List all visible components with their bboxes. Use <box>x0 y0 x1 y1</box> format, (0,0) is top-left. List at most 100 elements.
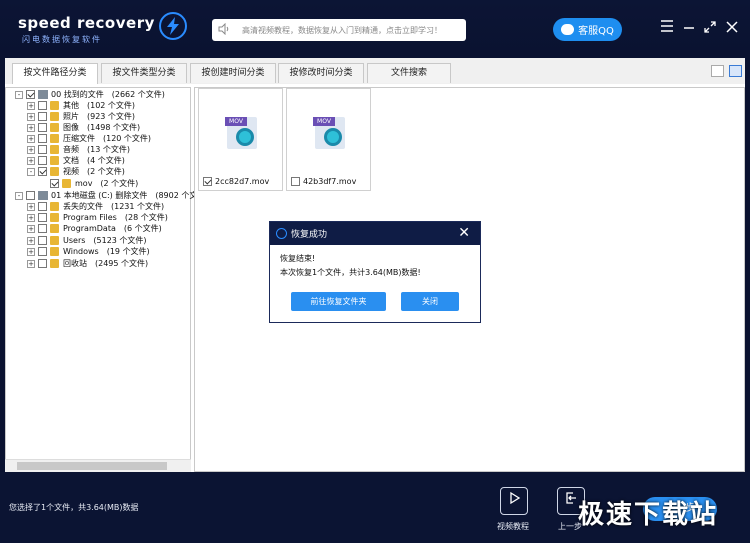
tree-item-documents[interactable]: + 文档 (4 个文件) <box>27 155 125 166</box>
tree-item-label: 压缩文件 <box>63 134 95 143</box>
folder-icon <box>50 202 59 211</box>
tree-horizontal-scrollbar[interactable] <box>5 459 191 472</box>
tree-item-images[interactable]: + 图像 (1498 个文件) <box>27 122 140 133</box>
video-tutorial-button[interactable] <box>500 487 528 515</box>
tab-by-created-time[interactable]: 按创建时间分类 <box>190 63 276 83</box>
tree-item-label: 图像 <box>63 123 79 132</box>
tree-item-windows[interactable]: + Windows (19 个文件) <box>27 246 150 257</box>
tree-item-count: (2 个文件) <box>87 167 125 176</box>
tree-checkbox[interactable] <box>38 123 47 132</box>
maximize-icon[interactable] <box>703 20 717 34</box>
tree-item-video[interactable]: - 视频 (2 个文件) <box>27 166 125 177</box>
tree-item-label: 照片 <box>63 112 79 121</box>
tree-checkbox[interactable] <box>26 191 35 200</box>
expand-icon[interactable]: + <box>27 112 35 121</box>
tree-checkbox[interactable] <box>38 145 47 154</box>
mov-file-icon: MOV <box>225 117 257 149</box>
tree-item-count: (1498 个文件) <box>87 123 141 132</box>
collapse-icon[interactable]: - <box>15 90 23 99</box>
film-reel-icon <box>236 128 254 146</box>
dialog-message-2: 本次恢复1个文件，共计3.64(MB)数据! <box>280 268 421 277</box>
dialog-message-1: 恢复结束! <box>280 254 316 263</box>
tutorial-notice-bar[interactable]: 高清视频教程，数据恢复从入门到精通，点击立即学习！ <box>212 19 466 41</box>
tree-item-lost-files[interactable]: + 丢失的文件 (1231 个文件) <box>27 201 164 212</box>
tree-item-users[interactable]: + Users (5123 个文件) <box>27 235 147 246</box>
tree-item-label: 文档 <box>63 156 79 165</box>
tree-item-label: 00 找到的文件 <box>51 90 104 99</box>
tree-item-label: 音频 <box>63 145 79 154</box>
file-card[interactable]: MOV 2cc82d7.mov <box>198 88 283 191</box>
expand-icon[interactable]: + <box>27 259 35 268</box>
scrollbar-thumb[interactable] <box>17 462 167 470</box>
folder-icon <box>50 224 59 233</box>
expand-icon[interactable]: + <box>27 236 35 245</box>
grid-view-icon[interactable] <box>729 65 742 77</box>
expand-icon[interactable]: + <box>27 145 35 154</box>
tree-item-program-files[interactable]: + Program Files (28 个文件) <box>27 212 168 223</box>
expand-icon[interactable]: + <box>27 134 35 143</box>
expand-icon[interactable]: + <box>27 156 35 165</box>
file-card[interactable]: MOV 42b3df7.mov <box>286 88 371 191</box>
menu-icon[interactable] <box>660 20 674 34</box>
customer-service-qq-button[interactable]: 客服QQ <box>553 18 622 41</box>
selection-status: 您选择了1个文件，共3.64(MB)数据 <box>9 503 139 512</box>
tab-by-modified-time[interactable]: 按修改时间分类 <box>278 63 364 83</box>
list-view-icon[interactable] <box>711 65 724 77</box>
collapse-icon[interactable]: - <box>15 191 23 200</box>
folder-icon <box>50 213 59 222</box>
file-checkbox[interactable] <box>203 177 212 186</box>
tree-checkbox[interactable] <box>38 202 47 211</box>
drive-icon <box>38 191 48 200</box>
expand-icon[interactable]: + <box>27 213 35 222</box>
title-bar: speed recovery 闪电数据恢复软件 高清视频教程，数据恢复从入门到精… <box>0 0 750 58</box>
folder-icon <box>50 145 59 154</box>
tree-item-recycle-bin[interactable]: + 回收站 (2495 个文件) <box>27 258 148 269</box>
tree-checkbox[interactable] <box>50 179 59 188</box>
expand-icon[interactable]: + <box>27 123 35 132</box>
folder-icon <box>50 236 59 245</box>
tree-item-count: (5123 个文件) <box>93 236 147 245</box>
tree-item-mov[interactable]: mov (2 个文件) <box>50 178 138 189</box>
tree-checkbox[interactable] <box>38 213 47 222</box>
expand-icon[interactable]: + <box>27 202 35 211</box>
folder-icon <box>50 112 59 121</box>
expand-icon[interactable]: + <box>27 101 35 110</box>
close-window-icon[interactable] <box>725 20 739 34</box>
dialog-title: 恢复成功 <box>291 230 328 240</box>
dialog-close-icon[interactable]: ✕ <box>458 225 470 241</box>
expand-icon[interactable]: + <box>27 224 35 233</box>
folder-icon <box>62 179 71 188</box>
open-recovery-folder-button[interactable]: 前往恢复文件夹 <box>291 292 386 311</box>
tree-item-audio[interactable]: + 音频 (13 个文件) <box>27 144 130 155</box>
file-type-label: MOV <box>225 117 247 126</box>
logo-subtitle: 闪电数据恢复软件 <box>22 35 102 44</box>
tree-checkbox[interactable] <box>38 112 47 121</box>
expand-icon[interactable]: + <box>27 247 35 256</box>
tree-item-label: 其他 <box>63 101 79 110</box>
tree-item-programdata[interactable]: + ProgramData (6 个文件) <box>27 223 162 234</box>
tree-item-label: Program Files <box>63 213 117 222</box>
tree-checkbox[interactable] <box>38 236 47 245</box>
tree-checkbox[interactable] <box>38 224 47 233</box>
tree-item-other[interactable]: + 其他 (102 个文件) <box>27 100 135 111</box>
file-checkbox[interactable] <box>291 177 300 186</box>
tree-item-photos[interactable]: + 照片 (923 个文件) <box>27 111 135 122</box>
tree-item-archives[interactable]: + 压缩文件 (120 个文件) <box>27 133 151 144</box>
tree-item-label: 01 本地磁盘 (C:) 删除文件 <box>51 191 148 200</box>
tree-checkbox[interactable] <box>38 156 47 165</box>
tree-item-count: (2662 个文件) <box>111 90 165 99</box>
collapse-icon[interactable]: - <box>27 167 35 176</box>
tree-checkbox[interactable] <box>38 259 47 268</box>
tree-root-found-files[interactable]: - 00 找到的文件 (2662 个文件) <box>15 89 165 100</box>
dialog-close-button[interactable]: 关闭 <box>401 292 459 311</box>
tree-root-local-disk-c[interactable]: -01 本地磁盘 (C:) 删除文件 (8902 个文件 <box>15 190 205 201</box>
tree-checkbox[interactable] <box>38 101 47 110</box>
tree-checkbox[interactable] <box>38 247 47 256</box>
tab-by-type[interactable]: 按文件类型分类 <box>101 63 187 83</box>
minimize-icon[interactable] <box>682 20 696 34</box>
tree-checkbox[interactable] <box>38 134 47 143</box>
tree-checkbox[interactable] <box>26 90 35 99</box>
tree-checkbox[interactable] <box>38 167 47 176</box>
tab-file-search[interactable]: 文件搜索 <box>367 63 451 83</box>
tab-by-path[interactable]: 按文件路径分类 <box>12 63 98 84</box>
